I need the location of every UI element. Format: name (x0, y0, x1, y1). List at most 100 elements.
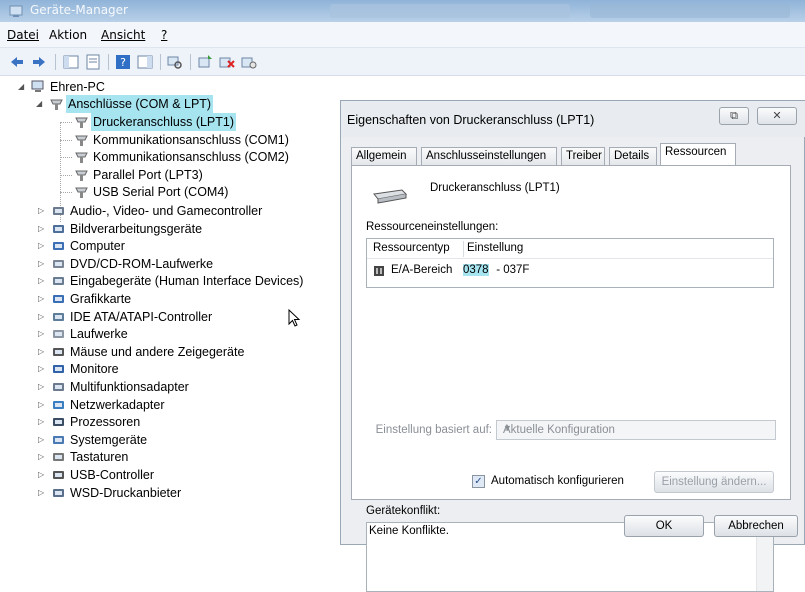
dialog-title: Eigenschaften von Druckeranschluss (LPT1… (347, 113, 595, 127)
multifunction-adapter-icon (53, 383, 64, 391)
expand-icon[interactable]: ▷ (38, 360, 48, 378)
menu-bar: Datei Aktion Ansicht ? (0, 22, 805, 48)
menu-aktion[interactable]: Aktion (49, 28, 87, 42)
tree-guide-line (60, 122, 72, 123)
window-titlebar: Geräte-Manager (0, 0, 805, 22)
input-device-icon (53, 277, 64, 286)
display-adapter-icon (53, 295, 64, 303)
expand-icon[interactable]: ▷ (38, 290, 48, 308)
expand-icon[interactable]: ▷ (38, 202, 48, 220)
tree-category-label: Grafikkarte (70, 292, 132, 306)
tree-category-label: Tastaturen (70, 450, 129, 465)
port-icon (75, 135, 88, 146)
change-setting-button[interactable]: Einstellung ändern... (654, 471, 774, 493)
expand-icon[interactable]: ▷ (38, 220, 48, 238)
resources-panel: Druckeranschluss (LPT1) Ressourceneinste… (351, 165, 791, 592)
resource-list[interactable]: Ressourcentyp Einstellung E/A-Bereich 03… (366, 238, 774, 288)
update-driver-icon[interactable] (196, 53, 214, 71)
col-header-type[interactable]: Ressourcentyp (373, 242, 450, 254)
resource-row-type: E/A-Bereich (391, 264, 453, 276)
tree-category-label: Netzwerkadapter (70, 397, 165, 412)
tree-guide-line (60, 139, 72, 141)
toolbar-separator (108, 54, 109, 70)
port-icon (75, 117, 88, 128)
io-range-icon (374, 266, 384, 276)
expand-icon[interactable]: ▷ (38, 396, 48, 414)
tree-category-label: Prozessoren (70, 415, 141, 430)
collapse-icon[interactable]: ◢ (36, 95, 46, 113)
auto-config-checkbox[interactable]: ✓ (472, 475, 485, 488)
expand-icon[interactable]: ▷ (38, 237, 48, 255)
resource-row-setting-start: 0378 (463, 264, 489, 276)
expand-icon[interactable]: ▷ (38, 272, 48, 290)
tree-category-label: Mäuse und andere Zeigegeräte (70, 344, 245, 359)
toolbar-separator (190, 54, 191, 70)
expand-icon[interactable]: ▷ (38, 431, 48, 449)
tab-treiber[interactable]: Treiber (561, 147, 605, 165)
resource-row[interactable]: E/A-Bereich 0378 - 037F (367, 261, 773, 281)
based-on-label: Einstellung basiert auf: (375, 424, 492, 436)
expand-icon[interactable]: ▷ (38, 343, 48, 361)
toolbar-separator (55, 54, 56, 70)
col-header-setting[interactable]: Einstellung (467, 242, 523, 254)
help-icon[interactable]: ? (114, 53, 132, 71)
tab-anschlusseinstellungen[interactable]: Anschlusseinstellungen (421, 147, 557, 165)
tree-device-label: Druckeranschluss (LPT1) (91, 113, 237, 131)
tree-device-label: USB Serial Port (COM4) (93, 185, 229, 200)
expand-icon[interactable]: ▷ (38, 255, 48, 273)
expand-icon[interactable]: ▷ (38, 466, 48, 484)
based-on-select[interactable]: Aktuelle Konfiguration ▼ (496, 420, 776, 440)
ide-controller-icon (53, 312, 64, 321)
expand-icon[interactable]: ▷ (38, 413, 48, 431)
wsd-printer-icon (53, 488, 64, 497)
system-device-icon (53, 435, 64, 444)
collapse-icon[interactable]: ◢ (18, 78, 28, 96)
resource-settings-label: Ressourceneinstellungen: (366, 221, 499, 233)
menu-help[interactable]: ? (161, 28, 167, 42)
tab-allgemein[interactable]: Allgemein (351, 147, 417, 165)
device-manager-icon (9, 5, 23, 17)
tree-category-label: Computer (70, 239, 125, 254)
tree-category-ports-label: Anschlüsse (COM & LPT) (66, 95, 214, 113)
dvd-drive-icon (53, 259, 64, 268)
scan-hardware-icon[interactable] (166, 53, 184, 71)
tab-details[interactable]: Details (609, 147, 657, 165)
properties-icon[interactable] (84, 53, 102, 71)
uninstall-icon[interactable] (218, 53, 236, 71)
expand-icon[interactable]: ▷ (38, 308, 48, 326)
conflict-textarea[interactable]: Keine Konflikte. ▲ ▼ (366, 522, 774, 592)
show-hide-console-tree-icon[interactable] (62, 53, 80, 71)
monitor-icon (53, 365, 64, 374)
device-name: Druckeranschluss (LPT1) (430, 182, 560, 194)
expand-icon[interactable]: ▷ (38, 325, 48, 343)
cancel-button[interactable]: Abbrechen (714, 515, 798, 537)
forward-icon[interactable] (30, 53, 48, 71)
conflict-label: Gerätekonflikt: (366, 505, 441, 517)
disable-icon[interactable] (240, 53, 258, 71)
ok-button[interactable]: OK (624, 515, 704, 537)
menu-datei-label: Datei (7, 28, 40, 42)
svg-text:?: ? (120, 56, 126, 69)
back-icon[interactable] (8, 53, 26, 71)
close-button[interactable]: ✕ (757, 107, 797, 125)
tree-category-label: IDE ATA/ATAPI-Controller (70, 309, 213, 324)
properties-dialog: Eigenschaften von Druckeranschluss (LPT1… (340, 100, 805, 592)
menu-datei[interactable]: Datei (7, 28, 39, 42)
show-action-pane-icon[interactable] (136, 53, 154, 71)
expand-icon[interactable]: ▷ (38, 484, 48, 502)
tree-category-label: Systemgeräte (70, 432, 148, 447)
audio-icon (53, 207, 64, 215)
expand-icon[interactable]: ▷ (38, 378, 48, 396)
menu-ansicht[interactable]: Ansicht (101, 28, 145, 42)
printer-port-icon (373, 189, 408, 204)
tree-guide-line (60, 192, 72, 194)
tree-category-label: Audio-, Video- und Gamecontroller (70, 204, 263, 218)
chevron-down-icon: ▼ (503, 423, 512, 433)
tab-ressourcen[interactable]: Ressourcen (660, 143, 736, 166)
expand-icon[interactable]: ▷ (38, 448, 48, 466)
window-title: Geräte-Manager (30, 3, 128, 17)
mouse-cursor (288, 309, 301, 327)
restore-button[interactable]: ⧉ (719, 107, 749, 125)
tree-guide-line (60, 157, 72, 159)
port-icon (50, 99, 63, 110)
